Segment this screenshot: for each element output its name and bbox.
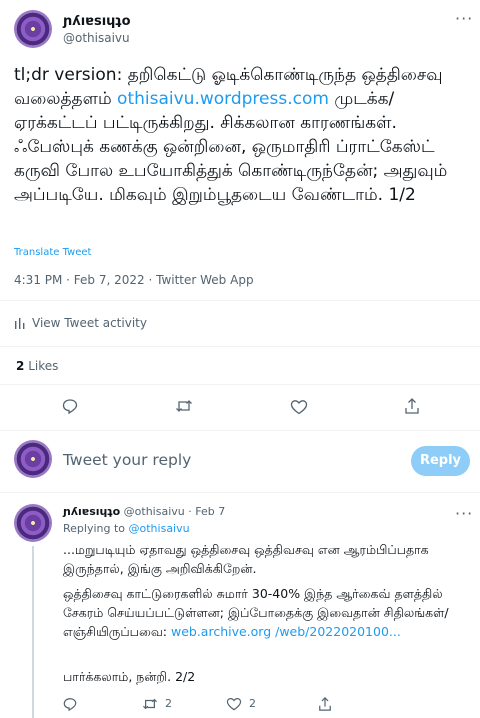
reply-like-icon[interactable] [226,697,242,711]
replying-to-label: Replying to [63,522,126,535]
reply-button[interactable]: Reply [411,446,470,476]
reply-date[interactable]: · Feb 7 [188,505,225,518]
reply-author-handle[interactable]: @othisaivu [124,505,185,518]
reply-paragraph-3: பார்க்கலாம், நன்றி. 2/2 [63,669,196,684]
view-activity-row[interactable]: View Tweet activity [14,316,147,330]
likes-label: Likes [28,359,59,373]
replying-to: Replying to @othisaivu [63,522,190,535]
author-avatar[interactable] [14,10,52,48]
reply-more-options-icon[interactable]: ··· [455,506,473,522]
reply-paragraph-1: ...மறுபடியும் ஏதாவது ஒத்திசைவு ஒத்திவசவு… [63,542,429,576]
author-handle[interactable]: @othisaivu [63,31,130,45]
like-icon[interactable] [290,399,308,415]
divider [0,346,480,347]
share-icon[interactable] [404,397,420,415]
reply-retweet-icon[interactable] [142,697,158,711]
reply-retweet-count: 2 [165,697,172,710]
more-options-icon[interactable]: ··· [455,11,473,27]
divider [0,300,480,301]
reply-author-avatar[interactable] [14,504,52,542]
reply-input[interactable]: Tweet your reply [63,451,191,469]
reply-like-count: 2 [249,697,256,710]
tweet-link[interactable]: othisaivu.wordpress.com [117,89,329,109]
thread-line [32,546,34,718]
reply-reply-icon[interactable] [63,697,77,711]
divider [0,492,480,493]
translate-tweet-link[interactable]: Translate Tweet [14,247,91,258]
compose-avatar [14,440,52,478]
archive-link[interactable]: web.archive.org /web/2022020100... [171,624,401,639]
likes-count: 2 [16,359,25,373]
reply-author-name[interactable]: ɲʎıɐsıɥʇo [63,505,120,518]
tweet-meta[interactable]: 4:31 PM · Feb 7, 2022 · Twitter Web App [14,273,254,287]
divider [0,430,480,431]
reply-header: ɲʎıɐsıɥʇo @othisaivu · Feb 7 [63,505,225,518]
author-name[interactable]: ɲʎıɐsıɥʇo [63,14,131,29]
replying-to-handle[interactable]: @othisaivu [129,522,190,535]
activity-icon [14,317,26,329]
divider [0,384,480,385]
reply-paragraph-2: ஒத்திசைவு காட்டுரைகளில் சுமார் 30-40% இந… [63,584,463,641]
likes-row[interactable]: 2 Likes [16,359,58,373]
retweet-icon[interactable] [175,398,193,414]
reply-share-icon[interactable] [318,696,332,712]
view-activity-label: View Tweet activity [32,316,147,330]
reply-icon[interactable] [62,398,78,414]
tweet-text: tl;dr version: தறிகெட்டு ஓடிக்கொண்டிருந்… [14,63,464,207]
